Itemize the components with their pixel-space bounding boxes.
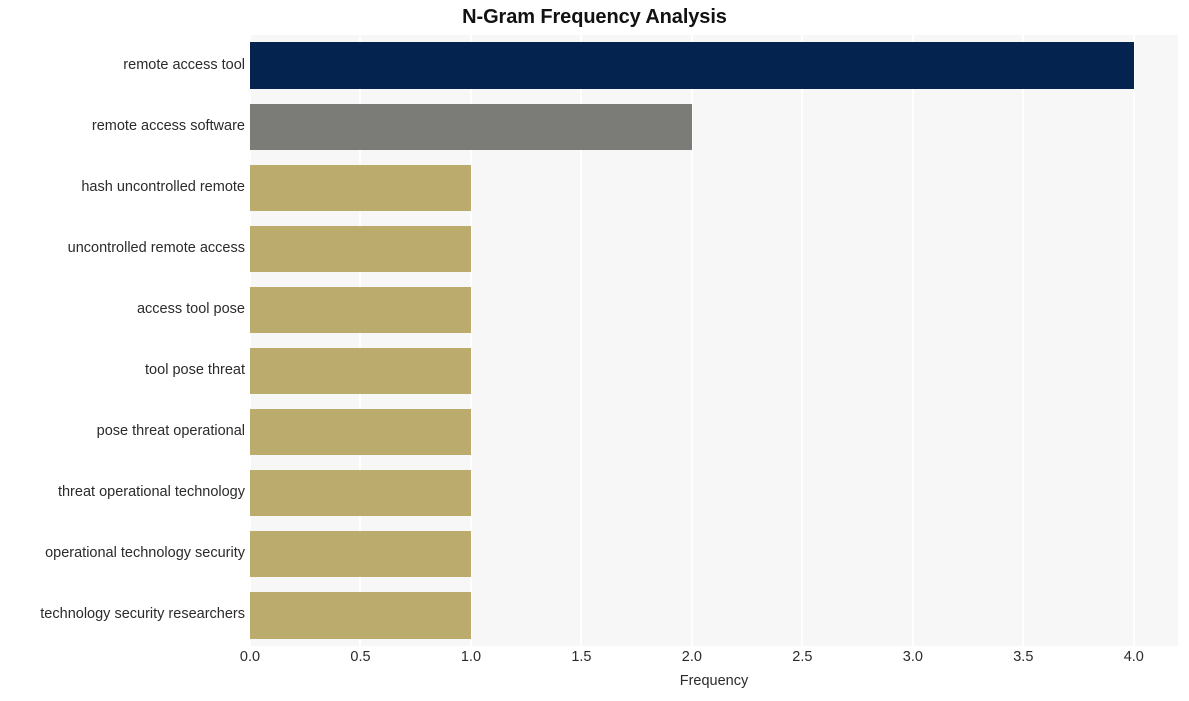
- bar: [250, 286, 471, 333]
- y-axis-tick-label: access tool pose: [136, 300, 245, 317]
- y-axis-tick-labels: remote access tool remote access software…: [0, 35, 245, 646]
- x-axis-tick-label: 4.0: [1123, 649, 1144, 665]
- x-axis-tick-label: 0.0: [239, 649, 261, 665]
- y-axis-tick-label: operational technology security: [45, 545, 245, 562]
- x-axis-tick-label: 2.5: [792, 649, 813, 665]
- x-axis-tick-label: 1.0: [460, 649, 482, 665]
- bar: [250, 225, 471, 272]
- bar: [250, 42, 1134, 89]
- y-axis-tick-label: pose threat operational: [96, 423, 245, 440]
- x-axis-title: Frequency: [679, 673, 749, 689]
- y-axis-tick-label: technology security researchers: [40, 606, 245, 623]
- chart-title: N-Gram Frequency Analysis: [462, 6, 727, 28]
- y-axis-tick-label: remote access software: [91, 117, 245, 134]
- plot-area: [249, 35, 1178, 646]
- bar: [250, 409, 471, 456]
- bar: [250, 592, 471, 639]
- bar: [250, 103, 692, 150]
- y-axis-tick-label: remote access tool: [123, 56, 245, 73]
- y-axis-tick-label: uncontrolled remote access: [67, 239, 245, 256]
- x-axis-tick-label: 3.5: [1013, 649, 1034, 665]
- bar: [250, 347, 471, 395]
- bar: [250, 531, 471, 578]
- ngram-frequency-bar-chart: N-Gram Frequency Analysis remote access …: [0, 0, 1189, 701]
- x-axis-tick-labels: 0.0 0.5 1.0 1.5 2.0 2.5 3.0 3.5 4.0: [0, 649, 1189, 671]
- bar: [250, 164, 471, 211]
- x-axis-tick-label: 2.0: [681, 649, 702, 665]
- y-axis-tick-label: tool pose threat: [145, 362, 245, 379]
- x-axis-tick-label: 0.5: [350, 649, 371, 665]
- y-axis-tick-label: hash uncontrolled remote: [81, 178, 245, 195]
- y-axis-tick-label: threat operational technology: [57, 484, 245, 501]
- bar: [250, 470, 471, 517]
- x-axis-tick-label: 1.5: [571, 649, 592, 665]
- x-axis-tick-label: 3.0: [902, 649, 923, 665]
- bar-series: [250, 35, 1178, 646]
